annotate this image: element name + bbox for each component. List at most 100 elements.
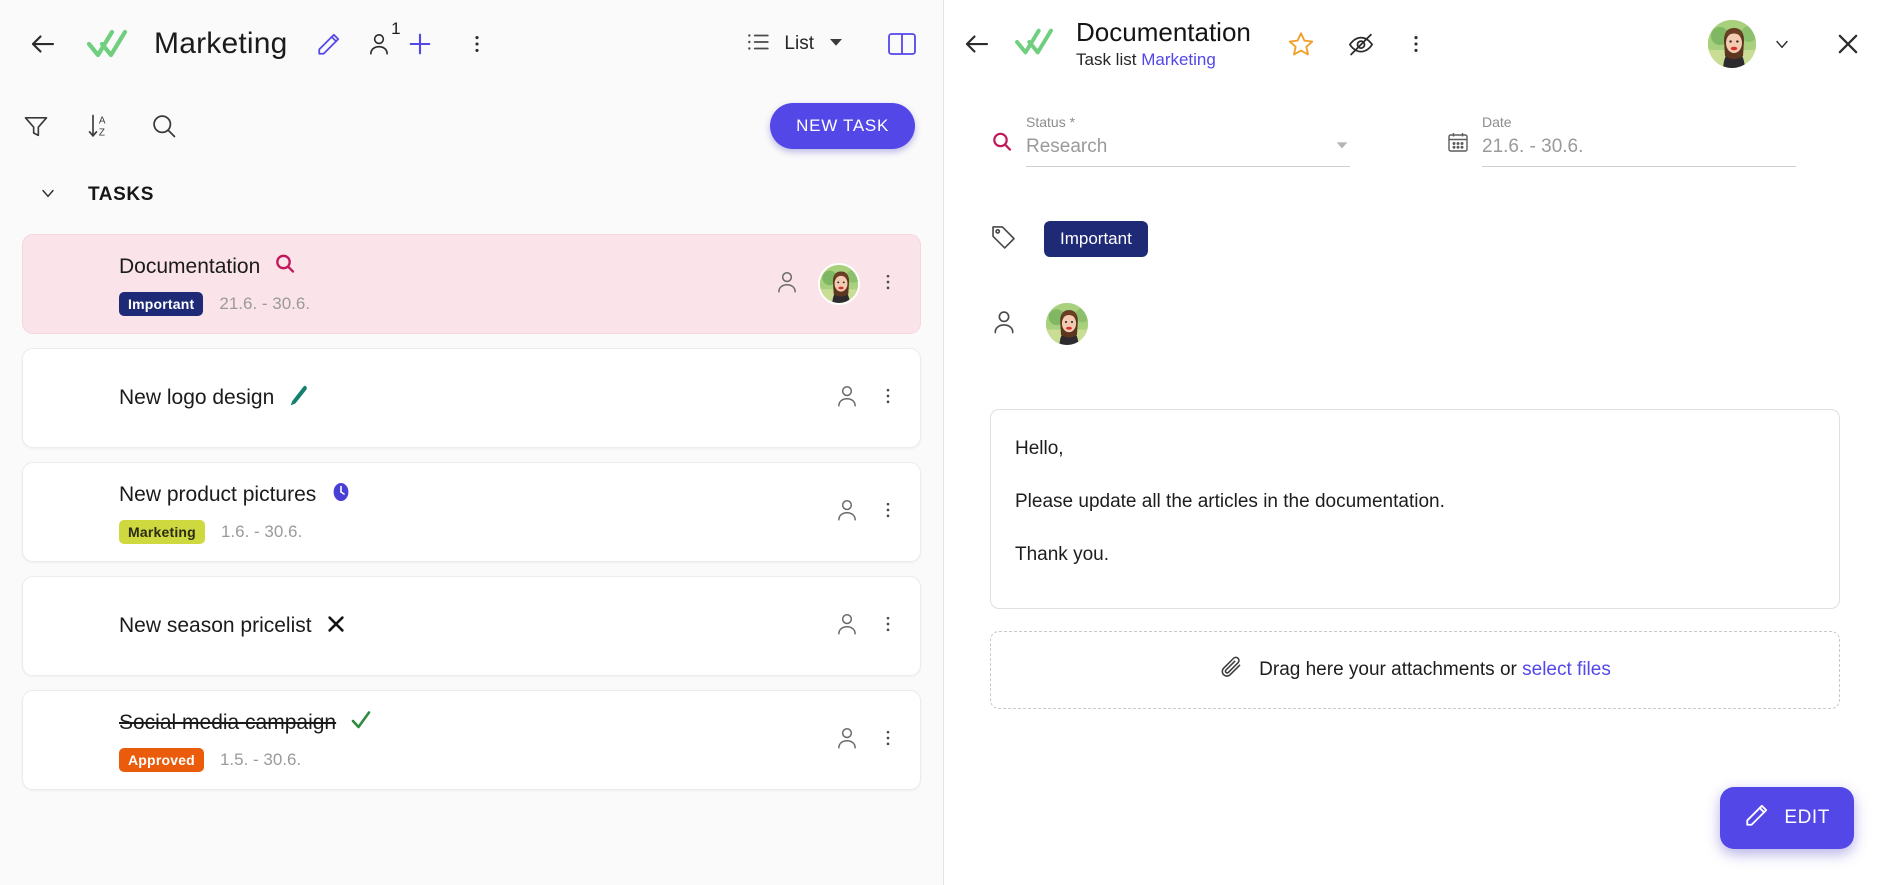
detail-breadcrumb: Task list Marketing (1076, 50, 1251, 70)
new-task-button[interactable]: NEW TASK (770, 103, 915, 149)
view-mode-dropdown[interactable]: List (745, 29, 845, 60)
assignee-row (990, 301, 1840, 347)
status-field-value: Research (1026, 136, 1108, 157)
app-logo-double-check-icon (86, 27, 128, 61)
pen-icon (287, 384, 311, 413)
task-more-options-icon[interactable] (878, 386, 898, 411)
task-row-actions (774, 263, 898, 305)
user-avatar[interactable] (1706, 18, 1758, 70)
chevron-down-icon (38, 183, 58, 208)
more-options-icon[interactable] (466, 33, 488, 55)
list-toolbar: AZ NEW TASK (0, 88, 943, 164)
assign-person-icon[interactable] (834, 611, 860, 642)
task-title-row: New logo design (119, 384, 834, 413)
task-more-options-icon[interactable] (878, 728, 898, 753)
task-row[interactable]: New season pricelist (22, 576, 921, 676)
task-title-row: New product pictures (119, 480, 834, 509)
task-more-options-icon[interactable] (878, 614, 898, 639)
task-row[interactable]: New product pictures Marketing 1.6. - 30.6… (22, 462, 921, 562)
split-view-icon[interactable] (887, 31, 917, 57)
task-title: New season pricelist (119, 614, 312, 637)
user-menu-chevron-down-icon[interactable] (1772, 34, 1792, 54)
page-title: Marketing (154, 27, 288, 60)
task-assignee-avatar[interactable] (818, 263, 860, 305)
left-header: Marketing 1 List (0, 0, 943, 88)
task-row-actions (834, 497, 898, 528)
assign-person-icon[interactable] (834, 383, 860, 414)
detail-more-options-icon[interactable] (1405, 33, 1427, 55)
detail-back-arrow-icon[interactable] (962, 29, 992, 59)
assign-person-icon[interactable] (834, 725, 860, 756)
task-title: Social media campaign (119, 710, 337, 734)
hide-eye-off-icon[interactable] (1347, 30, 1375, 58)
task-badge: Approved (119, 748, 204, 772)
svg-text:Z: Z (99, 127, 105, 138)
favorite-star-icon[interactable] (1287, 30, 1315, 58)
attachment-drop-zone[interactable]: Drag here your attachments or select fil… (990, 631, 1840, 709)
search-icon (273, 252, 297, 281)
task-meta: Important 21.6. - 30.6. (119, 292, 774, 316)
detail-title-block: Documentation Task list Marketing (1076, 16, 1251, 70)
task-detail-pane: Documentation Task list Marketing Status… (944, 0, 1886, 885)
task-row[interactable]: Documentation Important 21.6. - 30.6. (22, 234, 921, 334)
detail-double-check-icon (1014, 26, 1054, 63)
attachment-hint: Drag here your attachments or select fil… (1259, 659, 1611, 681)
status-field[interactable]: Status * Research (990, 114, 1350, 167)
edit-pencil-icon[interactable] (316, 31, 342, 57)
task-badge: Marketing (119, 520, 205, 544)
task-meta: Marketing 1.6. - 30.6. (119, 520, 834, 544)
task-badge: Important (119, 292, 204, 316)
svg-text:A: A (99, 116, 106, 127)
task-description[interactable]: Hello, Please update all the articles in … (990, 409, 1840, 609)
assignee-avatar[interactable] (1044, 301, 1090, 347)
task-row[interactable]: Social media campaign Approved 1.5. - 30.6… (22, 690, 921, 790)
tasks-section-title: TASKS (88, 184, 154, 205)
detail-body: Status * Research Date 21.6. - 30.6. Imp… (944, 88, 1886, 885)
task-meta: Approved 1.5. - 30.6. (119, 748, 834, 772)
task-main: New season pricelist (23, 613, 834, 640)
edit-task-button[interactable]: EDIT (1720, 787, 1854, 849)
task-more-options-icon[interactable] (878, 272, 898, 297)
tag-icon (990, 223, 1018, 256)
task-title: New logo design (119, 386, 275, 409)
task-date: 21.6. - 30.6. (219, 294, 311, 313)
close-icon[interactable] (1834, 30, 1862, 58)
task-main: New logo design (23, 384, 834, 413)
task-title: Documentation (119, 254, 261, 278)
task-tag-important[interactable]: Important (1044, 221, 1148, 257)
detail-task-title: Documentation (1076, 16, 1251, 47)
tasks-section-header[interactable]: TASKS (0, 164, 943, 226)
date-field[interactable]: Date 21.6. - 30.6. (1446, 114, 1796, 167)
task-list: Documentation Important 21.6. - 30.6. New l… (0, 226, 943, 885)
back-arrow-icon[interactable] (22, 23, 64, 65)
breadcrumb-tasklist-link[interactable]: Marketing (1141, 50, 1216, 69)
sort-az-icon[interactable]: AZ (86, 112, 114, 140)
task-row-actions (834, 725, 898, 756)
members-button[interactable]: 1 (366, 19, 401, 57)
edit-pencil-icon (1744, 802, 1770, 834)
task-title-row: New season pricelist (119, 613, 834, 640)
task-more-options-icon[interactable] (878, 500, 898, 525)
search-icon[interactable] (150, 112, 178, 140)
status-search-icon (990, 130, 1014, 167)
select-files-link[interactable]: select files (1522, 659, 1611, 680)
check-icon (349, 708, 373, 737)
status-chevron-down-icon[interactable] (1334, 137, 1350, 158)
paperclip-icon (1219, 655, 1245, 686)
calendar-icon (1446, 130, 1470, 167)
task-date: 1.5. - 30.6. (219, 750, 302, 769)
filter-icon[interactable] (22, 112, 50, 140)
add-member-plus-icon[interactable] (406, 30, 434, 58)
task-title: New product pictures (119, 482, 317, 506)
description-paragraph: Please update all the articles in the do… (1015, 490, 1445, 512)
task-row[interactable]: New logo design (22, 348, 921, 448)
list-view-icon (745, 29, 771, 60)
members-count-badge: 1 (391, 19, 401, 38)
date-field-label: Date (1482, 114, 1512, 130)
assignee-person-icon (990, 308, 1018, 341)
task-row-actions (834, 611, 898, 642)
tags-row: Important (990, 221, 1840, 257)
assign-person-icon[interactable] (774, 269, 800, 300)
detail-fields-row: Status * Research Date 21.6. - 30.6. (990, 114, 1840, 167)
assign-person-icon[interactable] (834, 497, 860, 528)
